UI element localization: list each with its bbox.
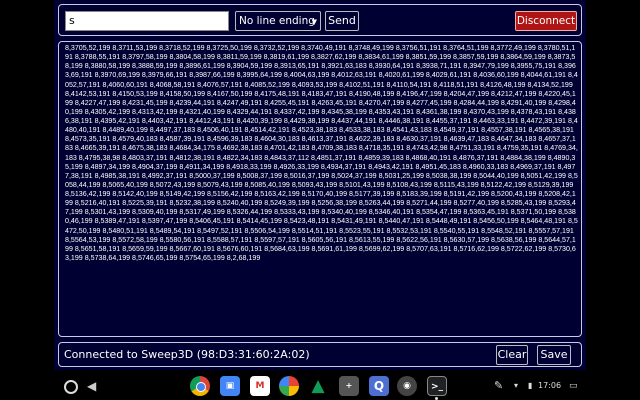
clear-button[interactable]: Clear bbox=[496, 345, 528, 365]
drive-icon[interactable]: ▲ bbox=[308, 376, 328, 396]
back-arrow-icon[interactable]: ◀ bbox=[87, 378, 96, 394]
photos-icon[interactable] bbox=[279, 376, 299, 396]
calculator-icon[interactable]: +−×= bbox=[339, 376, 359, 396]
overview-icon: ▭ bbox=[569, 381, 578, 391]
serial-output-text: 8,3705,52,199 8,3711,53,199 8,3718,52,19… bbox=[65, 44, 578, 262]
send-text-input[interactable]: s bbox=[65, 11, 229, 31]
files-icon[interactable]: ▣ bbox=[220, 376, 240, 396]
terminal-icon[interactable]: >_ bbox=[427, 376, 447, 396]
chrome-icon[interactable] bbox=[190, 376, 210, 396]
serial-terminal-app: s No line ending ▼ Send Disconnect 8,370… bbox=[54, 0, 586, 370]
line-ending-value: No line ending bbox=[239, 15, 315, 27]
clock-time: 17:06 bbox=[538, 381, 562, 390]
disconnect-button[interactable]: Disconnect bbox=[515, 11, 577, 31]
connection-status: Connected to Sweep3D (98:D3:31:60:2A:02) bbox=[64, 348, 310, 361]
line-ending-select[interactable]: No line ending ▼ bbox=[235, 11, 321, 31]
battery-icon: ▮ bbox=[528, 381, 533, 390]
status-bar: Connected to Sweep3D (98:D3:31:60:2A:02)… bbox=[58, 342, 582, 367]
camera-icon[interactable]: ◉ bbox=[397, 376, 417, 396]
q-app-icon[interactable]: Q bbox=[369, 376, 389, 396]
send-button[interactable]: Send bbox=[325, 11, 359, 31]
gmail-icon[interactable]: M bbox=[250, 376, 270, 396]
toolbar: s No line ending ▼ Send Disconnect bbox=[58, 4, 582, 36]
system-tray[interactable]: ▾ ▮ 17:06 ▭ bbox=[511, 377, 578, 395]
stylus-icon[interactable]: ✎ bbox=[494, 379, 503, 392]
wifi-icon: ▾ bbox=[514, 381, 519, 390]
launcher-icon[interactable] bbox=[64, 380, 78, 394]
chevron-down-icon: ▼ bbox=[311, 18, 317, 26]
save-button[interactable]: Save bbox=[537, 345, 571, 365]
serial-output-panel[interactable]: 8,3705,52,199 8,3711,53,199 8,3718,52,19… bbox=[58, 41, 582, 337]
